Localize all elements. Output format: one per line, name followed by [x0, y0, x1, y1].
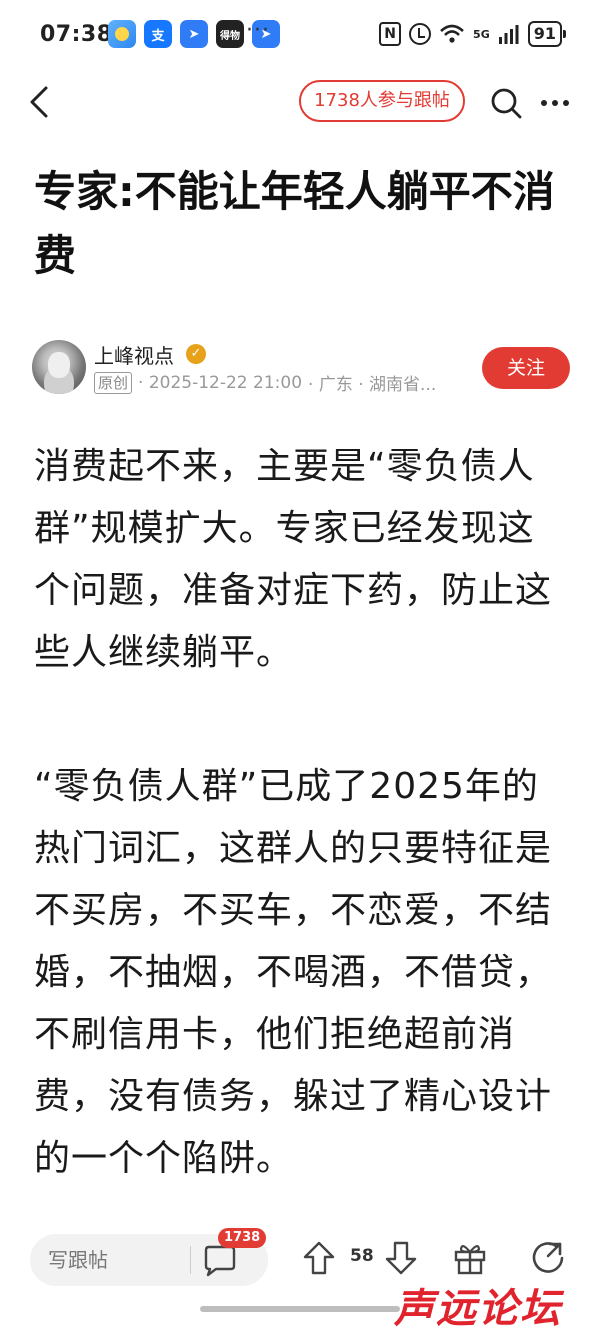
participants-button[interactable]: 1738人参与跟帖	[299, 80, 465, 122]
article-meta: 原创 · 2025-12-22 21:00 · 广东 · 湖南省...	[94, 370, 436, 395]
weather-app-icon	[108, 20, 136, 48]
status-more-icon: ···	[246, 18, 270, 43]
top-nav: 1738人参与跟帖	[0, 72, 600, 134]
search-icon[interactable]	[489, 86, 523, 120]
downvote-icon[interactable]	[384, 1240, 418, 1276]
more-options-icon[interactable]	[538, 86, 572, 120]
system-icons: N 5G 91	[379, 21, 567, 47]
original-badge: 原创	[94, 371, 133, 394]
signal-icon	[498, 25, 519, 44]
article-title: 专家:不能让年轻人躺平不消费	[34, 167, 555, 280]
nfc-icon: N	[379, 22, 402, 46]
follow-button[interactable]: 关注	[482, 347, 570, 389]
share-icon[interactable]	[530, 1240, 566, 1276]
network-type: 5G	[473, 27, 490, 41]
article-paragraph: “零负债人群”已成了2025年的热门词汇，这群人的只要特征是不买房，不买车，不恋…	[34, 766, 553, 1179]
news-app-icon: 得物	[216, 20, 244, 48]
alipay-app-icon: 支	[144, 20, 172, 48]
publish-date: · 2025-12-22 21:00	[138, 372, 303, 393]
arrow-app-icon: ➤	[180, 20, 208, 48]
status-time: 07:38	[40, 22, 113, 47]
comment-count-badge: 1738	[218, 1228, 267, 1248]
upvote-icon[interactable]	[302, 1240, 336, 1276]
site-watermark: 声远论坛	[394, 1286, 562, 1332]
status-bar: 07:38 支 ➤ 得物 ➤ ··· N 5G 91	[0, 0, 600, 72]
publish-location: · 广东 · 湖南省...	[308, 375, 437, 395]
author-avatar[interactable]	[32, 340, 86, 394]
verified-icon: ✓	[186, 344, 206, 364]
vote-count: 58	[350, 1246, 374, 1266]
alarm-icon	[409, 23, 432, 45]
back-icon[interactable]	[22, 82, 62, 122]
author-name[interactable]: 上峰视点	[94, 340, 174, 369]
comment-divider	[190, 1246, 191, 1274]
battery-indicator: 91	[527, 21, 567, 47]
comment-placeholder: 写跟帖	[48, 1248, 108, 1272]
article-paragraph: 消费起不来，主要是“零负债人群”规模扩大。专家已经发现这个问题，准备对症下药，防…	[34, 446, 553, 673]
comment-icon[interactable]	[202, 1244, 238, 1278]
home-indicator[interactable]	[200, 1306, 400, 1312]
gift-icon[interactable]	[452, 1240, 488, 1276]
wifi-icon	[440, 24, 464, 43]
